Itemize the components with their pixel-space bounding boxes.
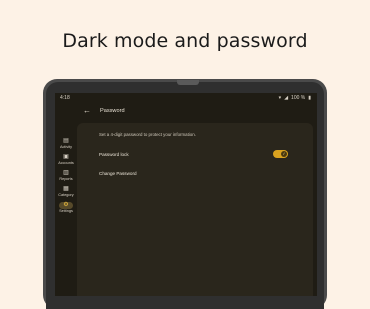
status-icons: ▾ ◢ 100 % ▮ [279,95,311,101]
wallet-icon: ▣ [63,154,69,160]
wifi-icon: ▾ [278,95,282,101]
rail-item-label: Settings [59,209,73,213]
rail-item-activity[interactable]: ▤ Activity [55,138,77,149]
password-description: Set a 4-digit password to protect your i… [99,132,196,137]
status-time: 4:18 [60,95,70,101]
change-password-item[interactable]: Change Password [99,171,137,176]
gear-icon: ⚙ [59,202,73,209]
hinge-notch [177,80,199,85]
top-app-bar: ← Password [55,102,317,122]
headline: Dark mode and password [62,30,308,52]
status-bar: 4:18 ▾ ◢ 100 % ▮ [55,93,317,102]
category-icon: ▦ [63,186,69,192]
battery-label: 100 % [291,95,306,101]
rail-item-category[interactable]: ▦ Category [55,186,77,197]
rail-item-label: Accounts [58,161,74,165]
settings-panel: Set a 4-digit password to protect your i… [77,123,313,296]
battery-icon: ▮ [308,95,311,101]
app-screen: 4:18 ▾ ◢ 100 % ▮ ← Password ▤ Activity ▣… [55,93,317,296]
rail-item-reports[interactable]: ▥ Reports [55,170,77,181]
arrow-left-icon[interactable]: ← [83,106,91,115]
list-icon: ▤ [63,138,69,144]
password-lock-toggle[interactable]: ✓ [273,150,288,158]
chart-icon: ▥ [63,170,69,176]
signal-icon: ◢ [284,95,289,101]
password-lock-label[interactable]: Password lock [99,152,129,157]
rail-item-accounts[interactable]: ▣ Accounts [55,154,77,165]
navigation-rail: ▤ Activity ▣ Accounts ▥ Reports ▦ Catego… [55,122,77,296]
rail-item-label: Reports [59,177,73,181]
rail-item-label: Activity [59,145,73,149]
rail-item-label: Category [58,193,74,197]
rail-item-settings[interactable]: ⚙ Settings [55,202,77,213]
page-title: Password [100,108,125,114]
check-icon: ✓ [281,151,287,157]
